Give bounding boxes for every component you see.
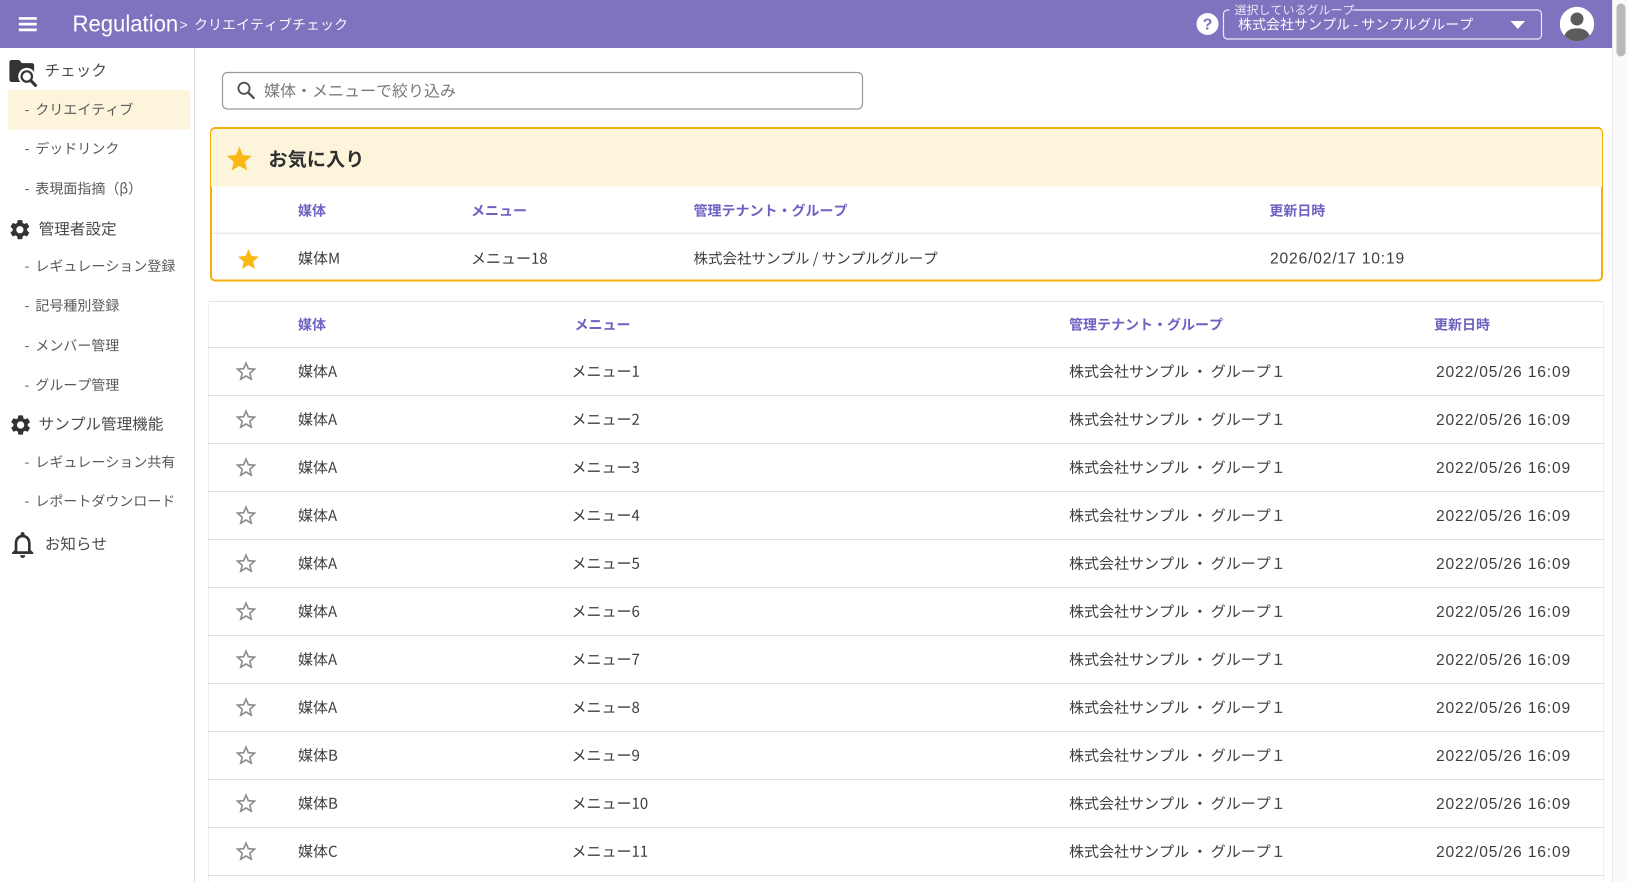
svg-text:2022/05/26 16:09: 2022/05/26 16:09 bbox=[1436, 460, 1571, 477]
svg-text:Regulation: Regulation bbox=[73, 11, 179, 36]
svg-text:2022/05/26 16:09: 2022/05/26 16:09 bbox=[1436, 844, 1571, 861]
svg-text:2022/05/26 16:09: 2022/05/26 16:09 bbox=[1436, 796, 1571, 813]
svg-text:2022/05/26 16:09: 2022/05/26 16:09 bbox=[1436, 652, 1571, 669]
svg-text:2022/05/26 16:09: 2022/05/26 16:09 bbox=[1436, 364, 1571, 381]
svg-text:2026/02/17 10:19: 2026/02/17 10:19 bbox=[1270, 251, 1405, 268]
svg-text:2022/05/26 16:09: 2022/05/26 16:09 bbox=[1436, 412, 1571, 429]
svg-text:?: ? bbox=[1203, 17, 1213, 34]
svg-text:>: > bbox=[180, 17, 188, 33]
svg-text:2022/05/26 16:09: 2022/05/26 16:09 bbox=[1436, 700, 1571, 717]
svg-text:2022/05/26 16:09: 2022/05/26 16:09 bbox=[1436, 604, 1571, 621]
svg-text:2022/05/26 16:09: 2022/05/26 16:09 bbox=[1436, 556, 1571, 573]
svg-text:2022/05/26 16:09: 2022/05/26 16:09 bbox=[1436, 748, 1571, 765]
svg-text:2022/05/26 16:09: 2022/05/26 16:09 bbox=[1436, 508, 1571, 525]
